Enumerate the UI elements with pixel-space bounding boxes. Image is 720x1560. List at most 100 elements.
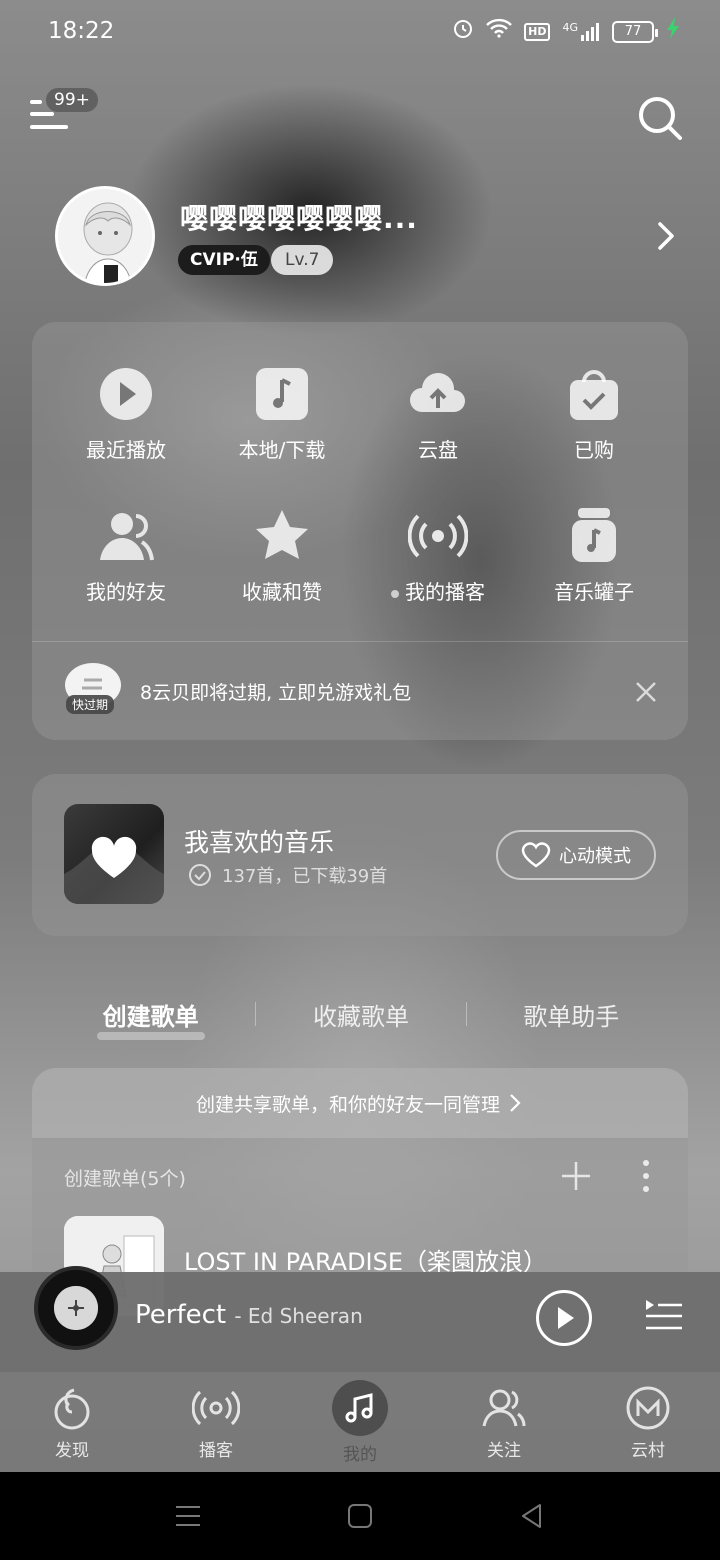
back-triangle-icon: [522, 1504, 541, 1528]
friends-icon: [100, 513, 154, 561]
expiring-tag: 快过期: [66, 695, 115, 714]
star-icon: [256, 510, 308, 559]
cloud-upload-icon: [410, 372, 465, 412]
nav-label: 云村: [631, 1441, 665, 1461]
liked-music-cover[interactable]: [64, 804, 164, 904]
nav-follow[interactable]: 关注: [432, 1372, 576, 1472]
grid-label-text: 我的播客: [405, 580, 485, 604]
level-badge[interactable]: Lv.7: [271, 245, 334, 275]
charging-icon: [666, 17, 680, 47]
created-playlists-label: 创建歌单(5个): [64, 1168, 186, 1190]
heart-mode-button[interactable]: 心动模式: [496, 830, 656, 880]
system-nav-bar: [0, 1472, 720, 1560]
podcast-icon: [192, 1390, 240, 1426]
shared-playlist-text: 创建共享歌单，和你的好友一同管理: [195, 1093, 500, 1116]
home-button[interactable]: [346, 1502, 374, 1530]
favorites-item[interactable]: 收藏和赞: [204, 506, 360, 605]
follow-icon: [482, 1389, 526, 1427]
menu-lines-icon: [176, 1506, 200, 1526]
notification-badge: 99+: [46, 88, 98, 112]
bottom-nav: 发现 播客 我的 关注 云村: [0, 1372, 720, 1472]
playlist-tabs: 创建歌单 收藏歌单 歌单助手: [46, 994, 676, 1034]
song-name: Perfect: [135, 1300, 227, 1330]
grid-label: 收藏和赞: [242, 580, 322, 604]
alarm-icon: [452, 17, 474, 48]
liked-music-count: 137首，已下载39首: [222, 866, 388, 887]
panel-divider: [32, 641, 688, 642]
wifi-icon: [486, 18, 512, 47]
nav-active-bg: [332, 1380, 388, 1436]
menu-icon-line: [30, 112, 54, 116]
play-button[interactable]: [536, 1290, 592, 1346]
music-jar-item[interactable]: 音乐罐子: [516, 506, 672, 605]
cloud-disk-item[interactable]: 云盘: [360, 364, 516, 463]
nav-village[interactable]: 云村: [576, 1372, 720, 1472]
nav-label: 我的: [343, 1445, 377, 1465]
heart-outline-icon: [521, 842, 551, 868]
hd-icon: HD: [524, 23, 551, 41]
music-jar-icon: [572, 508, 616, 562]
shopping-bag-icon: [570, 370, 618, 420]
menu-icon-line: [30, 125, 68, 129]
queue-icon: [646, 1300, 682, 1330]
purchased-item[interactable]: 已购: [516, 364, 672, 463]
menu-icon: [30, 100, 42, 104]
album-disc[interactable]: [34, 1266, 118, 1350]
grid-label: 云盘: [418, 438, 458, 462]
my-podcast-item[interactable]: 我的播客: [360, 506, 516, 605]
tab-created-playlists[interactable]: 创建歌单: [46, 997, 255, 1032]
song-artist: - Ed Sheeran: [234, 1304, 363, 1328]
back-button[interactable]: [518, 1502, 546, 1530]
status-time: 18:22: [48, 18, 115, 44]
local-download-item[interactable]: 本地/下载: [204, 364, 360, 463]
grid-label: 本地/下载: [238, 438, 326, 462]
nav-discover[interactable]: 发现: [0, 1372, 144, 1472]
notice-text[interactable]: 8云贝即将过期, 立即兑游戏礼包: [140, 678, 411, 705]
broadcast-icon: [408, 514, 468, 558]
playlist-queue-button[interactable]: [644, 1298, 684, 1334]
chevron-right-icon: [510, 1094, 521, 1112]
village-icon: [626, 1386, 670, 1430]
friends-item[interactable]: 我的好友: [48, 506, 204, 605]
username[interactable]: 嘤嘤嘤嘤嘤嘤嘤...: [180, 197, 418, 237]
play-circle-icon: [100, 368, 152, 420]
nav-mine[interactable]: 我的: [288, 1372, 432, 1472]
status-icons: HD 4G 77: [452, 17, 680, 48]
signal-icon: 4G: [562, 22, 600, 42]
recent-apps-button[interactable]: [174, 1502, 202, 1530]
now-playing-title[interactable]: Perfect - Ed Sheeran: [135, 1300, 363, 1330]
network-type: 4G: [562, 21, 578, 34]
grid-label: 已购: [574, 438, 614, 462]
add-playlist-button[interactable]: [560, 1160, 592, 1192]
nav-label: 播客: [199, 1441, 233, 1461]
avatar-image: [58, 189, 152, 283]
downloaded-check-icon: [189, 864, 211, 886]
liked-music-title[interactable]: 我喜欢的音乐: [184, 823, 334, 859]
nav-label: 关注: [487, 1441, 521, 1461]
profile-chevron-icon[interactable]: [652, 218, 680, 254]
vip-badge[interactable]: CVIP·伍: [178, 245, 270, 275]
close-icon[interactable]: [632, 678, 660, 706]
grid-label: 音乐罐子: [554, 580, 634, 604]
search-button[interactable]: [636, 94, 684, 142]
play-icon: [558, 1307, 574, 1329]
grid-label: 我的好友: [86, 580, 166, 604]
tab-playlist-assistant[interactable]: 歌单助手: [467, 997, 676, 1032]
grid-label: 最近播放: [86, 438, 166, 462]
nav-podcast[interactable]: 播客: [144, 1372, 288, 1472]
recent-play-item[interactable]: 最近播放: [48, 364, 204, 463]
avatar[interactable]: [55, 186, 155, 286]
status-bar: 18:22 HD 4G 77: [0, 0, 720, 64]
unread-dot: [391, 589, 399, 598]
album-art: [54, 1286, 98, 1330]
discover-icon: [54, 1388, 90, 1430]
shared-playlist-banner[interactable]: 创建共享歌单，和你的好友一同管理: [32, 1068, 688, 1138]
plus-icon: [562, 1162, 590, 1190]
heart-icon: [64, 836, 164, 904]
battery-icon: 77: [612, 21, 658, 43]
more-options-button[interactable]: [636, 1158, 656, 1194]
heart-mode-label: 心动模式: [559, 846, 631, 867]
tab-collected-playlists[interactable]: 收藏歌单: [256, 997, 465, 1032]
grid-label: 我的播客: [360, 576, 516, 605]
search-icon: [639, 97, 682, 140]
